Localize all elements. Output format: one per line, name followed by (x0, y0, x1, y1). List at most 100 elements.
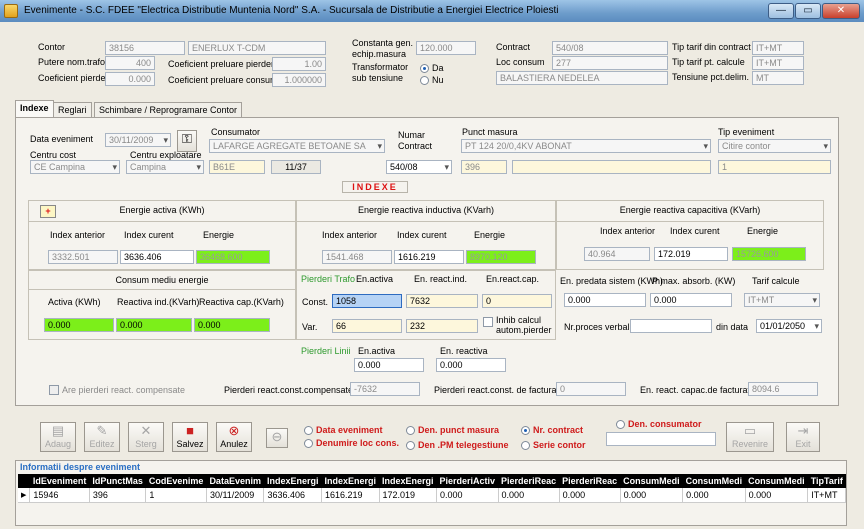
activa-anterior[interactable]: 3332.501 (48, 250, 118, 264)
loc-consum-name-field[interactable]: BALASTIERA NEDELEA (496, 71, 668, 85)
const-inductiva[interactable]: 7632 (406, 294, 478, 308)
centru-cost-field[interactable]: CE Campina (30, 160, 120, 174)
editez-button[interactable]: ✎ Editez (84, 422, 120, 452)
consum-activa[interactable]: 0.000 (44, 318, 114, 332)
add-energy-button[interactable]: + (40, 205, 56, 218)
tip-nr-field[interactable]: 1 (718, 160, 831, 174)
sort-serie-radio[interactable] (521, 441, 530, 450)
minimize-button[interactable]: — (768, 3, 794, 19)
activa-curent[interactable]: 3636.406 (120, 250, 194, 264)
pierderi-const-field[interactable]: -7632 (350, 382, 420, 396)
tab-reglari[interactable]: Reglari (53, 102, 92, 118)
key-button[interactable]: ⚿ (177, 130, 197, 152)
code-field[interactable]: B61E (209, 160, 265, 174)
const-activa[interactable]: 1058 (332, 294, 402, 308)
consum-capacitiva[interactable]: 0.000 (194, 318, 270, 332)
numar-contract-field[interactable]: 540/08 (386, 160, 452, 174)
grid-cell[interactable]: IT+MT (807, 488, 847, 503)
search-consumator-input[interactable] (606, 432, 716, 446)
tensiune-field[interactable]: MT (752, 71, 804, 85)
data-eveniment-field[interactable]: 30/11/2009 (105, 133, 171, 147)
sort-data-eveniment-radio[interactable] (304, 426, 313, 435)
var-inductiva[interactable]: 232 (406, 319, 478, 333)
grid-cell[interactable]: 0.000 (745, 488, 809, 503)
putere-field[interactable]: 400 (105, 56, 155, 70)
pierderi-linii-activa[interactable]: 0.000 (354, 358, 424, 372)
grid-cell[interactable]: 1616.219 (321, 488, 380, 503)
grid-cell[interactable]: 3636.406 (263, 488, 322, 503)
sort-den-punct-radio[interactable] (406, 426, 415, 435)
compensate-checkbox[interactable] (49, 385, 59, 395)
tab-schimbare[interactable]: Schimbare / Reprogramare Contor (94, 102, 243, 118)
table-row[interactable]: ▶ 15946 396 1 30/11/2009 3636.406 1616.219 172.… (18, 488, 847, 503)
sort-denumire-radio[interactable] (304, 439, 313, 448)
tab-indexe[interactable]: Indexe (15, 100, 54, 118)
coef-pierderi-field[interactable]: 0.000 (105, 72, 155, 86)
grid-cell[interactable]: 0.000 (498, 488, 560, 503)
punct-nr-field[interactable]: 396 (461, 160, 507, 174)
salvez-button[interactable]: ■ Salvez (172, 422, 208, 452)
din-data-field[interactable]: 01/01/2050 (756, 319, 822, 333)
capac-field[interactable]: 8094.6 (748, 382, 818, 396)
grid-cell[interactable]: 0.000 (620, 488, 684, 503)
grid-cell[interactable]: 0.000 (559, 488, 621, 503)
grid-column-header[interactable]: IndexEnergi (321, 474, 379, 488)
grid-column-header[interactable]: DataEvenim (206, 474, 264, 488)
exit-button[interactable]: ⇥ Exit (786, 422, 820, 452)
adaug-button[interactable]: ▤ Adaug (40, 422, 76, 452)
centru-exploatare-field[interactable]: Campina (126, 160, 204, 174)
grid-cell[interactable]: 30/11/2009 (206, 488, 265, 503)
grid-column-header[interactable]: TipTarif (807, 474, 846, 488)
small-back-button[interactable]: ⊖ (266, 428, 288, 448)
tip-tarif-contract-field[interactable]: IT+MT (752, 41, 804, 55)
grid-column-header[interactable]: IdPunctMas (89, 474, 146, 488)
coef-preluare-consum-field[interactable]: 1.000000 (272, 73, 326, 87)
contor-type-field[interactable]: ENERLUX T-CDM (188, 41, 326, 55)
transformator-nu-radio[interactable] (420, 76, 429, 85)
consum-inductiva[interactable]: 0.000 (116, 318, 192, 332)
grid-column-header[interactable]: PierderiReac (559, 474, 621, 488)
transformator-da-radio[interactable] (420, 64, 429, 73)
sort-nr-contract-radio[interactable] (521, 426, 530, 435)
coef-preluare-pierderi-field[interactable]: 1.00 (272, 57, 326, 71)
grid-column-header[interactable]: PierderiActiv (436, 474, 499, 488)
tip-eveniment-field[interactable]: Citire contor (718, 139, 831, 153)
loc-consum-field[interactable]: 277 (552, 56, 668, 70)
pmax-field[interactable]: 0.000 (650, 293, 732, 307)
inductiva-curent[interactable]: 1616.219 (394, 250, 464, 264)
consumator-field[interactable]: LAFARGE AGREGATE BETOANE SA (209, 139, 385, 153)
contract-field[interactable]: 540/08 (552, 41, 668, 55)
grid-column-header[interactable]: PierderiReac (498, 474, 560, 488)
grid-column-header[interactable]: ConsumMedi (745, 474, 808, 488)
grid-column-header[interactable]: ConsumMedi (682, 474, 746, 488)
grid-cell[interactable]: 396 (89, 488, 147, 503)
sterg-button[interactable]: ✕ Sterg (128, 422, 164, 452)
capacitiva-curent[interactable]: 172.019 (654, 247, 728, 261)
proces-verbal-field[interactable] (630, 319, 712, 333)
maximize-button[interactable]: ▭ (795, 3, 821, 19)
const-capacitiva[interactable]: 0 (482, 294, 552, 308)
grid-cell[interactable]: 0.000 (682, 488, 746, 503)
grid-cell[interactable]: 0.000 (436, 488, 499, 503)
predata-field[interactable]: 0.000 (564, 293, 646, 307)
punct-desc-field[interactable] (512, 160, 711, 174)
tarif-calcule-field[interactable]: IT+MT (744, 293, 820, 307)
pierderi-linii-reactiva[interactable]: 0.000 (436, 358, 506, 372)
grid-column-header[interactable]: IndexEnergi (379, 474, 437, 488)
facturat-field[interactable]: 0 (556, 382, 626, 396)
var-activa[interactable]: 66 (332, 319, 402, 333)
inductiva-anterior[interactable]: 1541.468 (322, 250, 392, 264)
anulez-button[interactable]: ⊗ Anulez (216, 422, 252, 452)
inhib-checkbox[interactable] (483, 317, 493, 327)
close-button[interactable]: ✕ (822, 3, 860, 19)
constanta-field[interactable]: 120.000 (416, 41, 476, 55)
grid-cell[interactable]: 15946 (29, 488, 90, 503)
grid-cell[interactable]: 1 (145, 488, 207, 503)
capacitiva-anterior[interactable]: 40.964 (584, 247, 650, 261)
grid-cell[interactable]: 172.019 (379, 488, 438, 503)
grid-column-header[interactable]: IndexEnergi (263, 474, 322, 488)
sort-den-consumator-radio[interactable] (616, 420, 625, 429)
grid-column-header[interactable]: CodEvenime (145, 474, 207, 488)
grid-column-header[interactable]: ConsumMedi (620, 474, 683, 488)
punct-masura-field[interactable]: PT 124 20/0,4KV ABONAT (461, 139, 711, 153)
